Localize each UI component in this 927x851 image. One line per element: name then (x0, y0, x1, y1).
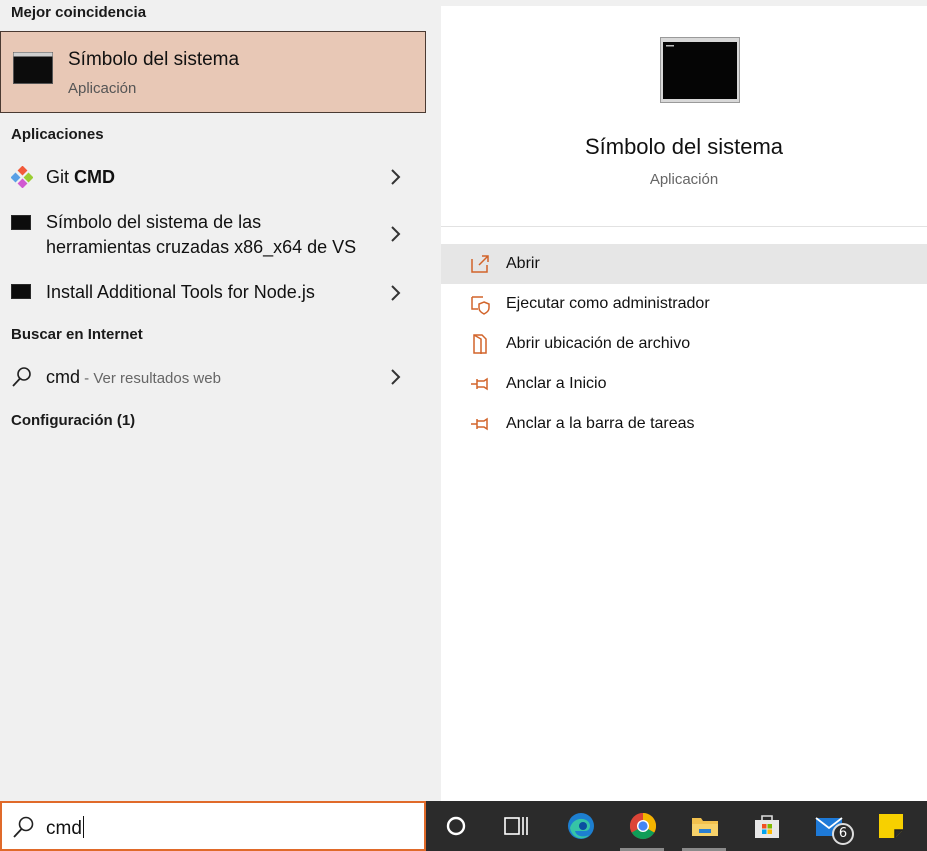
search-box[interactable]: cmd (0, 801, 426, 851)
app-detail-header: Símbolo del sistema Aplicación (441, 6, 927, 227)
action-pin-to-taskbar[interactable]: Anclar a la barra de tareas (441, 404, 927, 444)
edge-button[interactable] (554, 801, 606, 851)
file-explorer-button[interactable] (678, 801, 730, 851)
search-input[interactable]: cmd (46, 816, 84, 840)
best-match-title: Símbolo del sistema (68, 49, 240, 70)
action-pin-to-start[interactable]: Anclar a Inicio (441, 364, 927, 404)
pin-icon (471, 377, 488, 391)
open-icon (471, 255, 489, 273)
shield-icon (471, 296, 490, 315)
chevron-right-icon (391, 169, 401, 185)
web-search-label: cmd - Ver resultados web (46, 367, 221, 387)
best-match-subtitle: Aplicación (68, 80, 137, 97)
mail-badge: 6 (832, 823, 854, 845)
app-item-node-tools[interactable]: Install Additional Tools for Node.js (0, 276, 426, 312)
web-search-item[interactable]: cmd - Ver resultados web (0, 360, 426, 396)
chevron-right-icon (391, 226, 401, 242)
chrome-icon (629, 812, 657, 840)
task-view-icon (504, 817, 528, 835)
app-label: Símbolo del sistema de las herramientas c… (46, 212, 357, 257)
action-label: Anclar a la barra de tareas (506, 415, 695, 432)
command-prompt-icon (13, 52, 53, 84)
command-prompt-icon (11, 284, 31, 299)
file-location-icon (473, 334, 487, 354)
app-item-vs-cross-tools[interactable]: Símbolo del sistema de las herramientas c… (0, 206, 426, 266)
task-view-button[interactable] (490, 801, 542, 851)
command-prompt-icon (660, 37, 740, 103)
action-label: Abrir ubicación de archivo (506, 335, 691, 352)
pin-icon (471, 417, 488, 431)
edge-icon (568, 813, 594, 839)
command-prompt-icon (11, 215, 31, 230)
section-best-match: Mejor coincidencia (11, 4, 147, 21)
sticky-notes-button[interactable] (864, 801, 916, 851)
search-icon (12, 367, 31, 387)
chrome-button[interactable] (616, 801, 668, 851)
file-explorer-icon (692, 818, 718, 836)
taskbar: 6 (426, 801, 927, 851)
search-icon (13, 816, 34, 838)
store-button[interactable] (740, 801, 792, 851)
action-open-file-location[interactable]: Abrir ubicación de archivo (441, 324, 927, 364)
preview-pane: Símbolo del sistema Aplicación Abrir Eje… (441, 6, 927, 801)
sticky-notes-icon (879, 814, 903, 838)
store-icon (755, 815, 779, 838)
action-run-as-admin[interactable]: Ejecutar como administrador (441, 284, 927, 324)
best-match-item[interactable]: Símbolo del sistema Aplicación (0, 31, 426, 113)
action-label: Ejecutar como administrador (506, 295, 710, 312)
app-label: Install Additional Tools for Node.js (46, 282, 315, 302)
section-settings[interactable]: Configuración (1) (11, 412, 135, 429)
detail-subtitle: Aplicación (649, 171, 719, 188)
app-label: Git CMD (46, 167, 116, 187)
search-results-pane: Mejor coincidencia Símbolo del sistema A… (0, 0, 426, 801)
action-label: Anclar a Inicio (506, 375, 607, 392)
chevron-right-icon (391, 285, 401, 301)
cortana-icon (446, 816, 466, 836)
mail-button[interactable]: 6 (802, 801, 854, 851)
git-icon (11, 166, 33, 188)
app-item-git-cmd[interactable]: Git CMD (0, 160, 426, 196)
action-label: Abrir (506, 255, 540, 272)
action-open[interactable]: Abrir (441, 244, 927, 284)
chevron-right-icon (391, 369, 401, 385)
cortana-button[interactable] (430, 801, 482, 851)
detail-title: Símbolo del sistema (584, 134, 784, 159)
section-apps: Aplicaciones (11, 126, 104, 143)
section-web: Buscar en Internet (11, 326, 143, 343)
